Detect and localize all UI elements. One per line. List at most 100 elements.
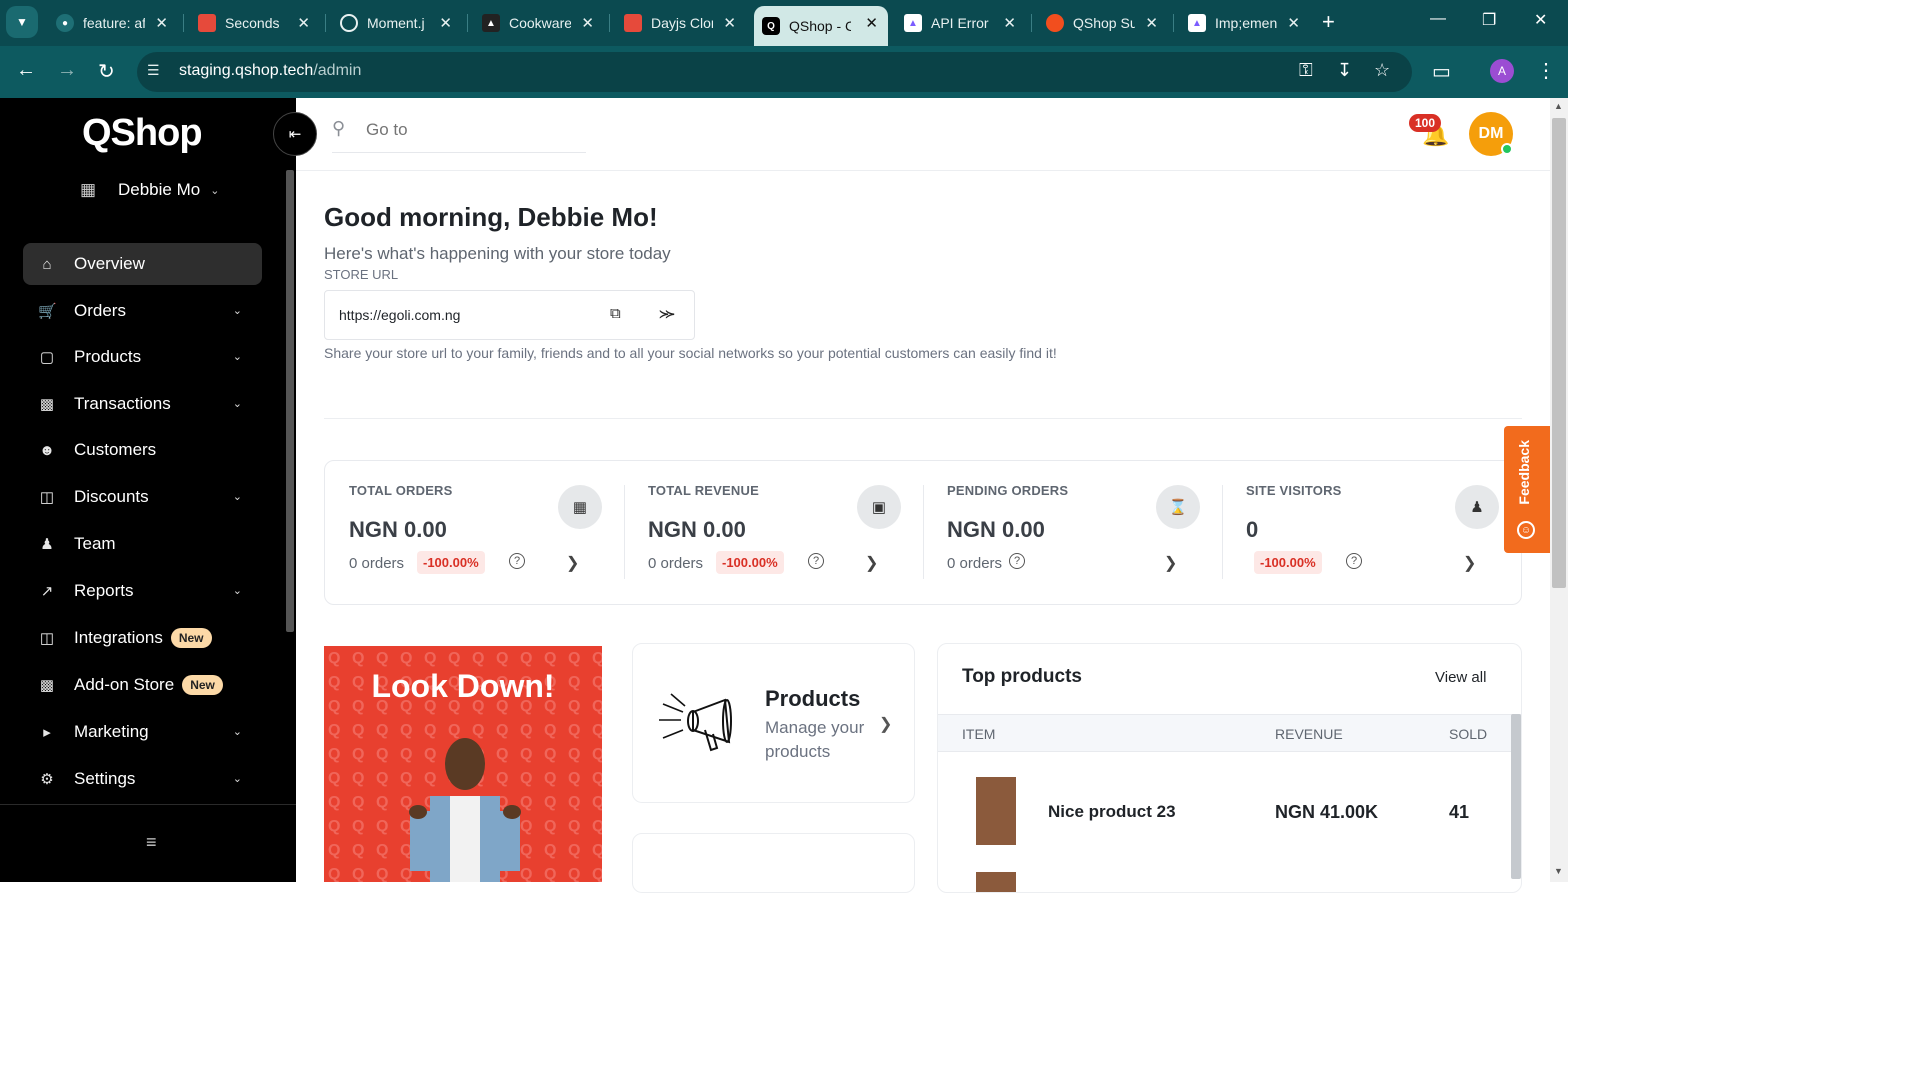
scroll-down-icon[interactable]: ▼ [1554, 866, 1563, 876]
tab-2[interactable]: Moment.j ✕ [332, 6, 462, 40]
store-url-box: https://egoli.com.ng ⧉ ⪼ [324, 290, 695, 340]
stat-total-orders[interactable]: TOTAL ORDERS NGN 0.00 0 orders -100.00% … [325, 461, 624, 606]
chevron-down-icon: ⌄ [232, 726, 242, 738]
collapse-sidebar-button[interactable]: ⇤ [273, 112, 317, 156]
url-text[interactable]: staging.qshop.tech/admin [179, 62, 361, 80]
product-name: Nice product 23 [1048, 802, 1176, 821]
view-all-link[interactable]: View all [1435, 669, 1486, 686]
reload-icon[interactable]: ↻ [98, 59, 115, 84]
visitors-icon: ♟ [1455, 485, 1499, 529]
minimize-icon[interactable]: — [1430, 10, 1446, 28]
copy-icon[interactable]: ⧉ [610, 305, 621, 322]
tab-8[interactable]: ▲ Imp;emen ✕ [1180, 6, 1310, 40]
stat-label: TOTAL REVENUE [648, 483, 759, 498]
scroll-up-icon[interactable]: ▲ [1554, 101, 1563, 111]
sidebar-item-transactions[interactable]: ▩ Transactions ⌄ [23, 383, 262, 425]
close-icon[interactable]: ✕ [297, 14, 310, 32]
sidebar-item-customers[interactable]: ☻ Customers [23, 429, 262, 471]
new-tab-button[interactable]: + [1322, 9, 1335, 35]
qshop-icon: Q [762, 17, 780, 35]
table-scrollbar[interactable] [1511, 714, 1521, 879]
close-icon[interactable]: ✕ [1287, 14, 1300, 32]
tab-0[interactable]: ● feature: af ✕ [48, 6, 178, 40]
site-info-icon[interactable]: ☰ [147, 62, 165, 80]
scrollbar-thumb[interactable] [1552, 118, 1566, 588]
chevron-right-icon[interactable]: ❯ [1463, 553, 1476, 573]
share-icon[interactable]: ⪼ [659, 303, 675, 323]
back-icon[interactable]: ← [16, 59, 36, 82]
chevron-down-icon: ⌄ [232, 398, 242, 410]
help-icon[interactable]: ? [509, 553, 525, 569]
product-thumbnail [976, 777, 1016, 845]
address-bar[interactable]: ☰ staging.qshop.tech/admin ⚿ ↧ ☆ [137, 52, 1412, 92]
tab-6[interactable]: ▲ API Error ✕ [896, 6, 1026, 40]
sidebar-item-orders[interactable]: 🛒 Orders ⌄ [23, 290, 262, 332]
sidebar-item-integrations[interactable]: ◫ Integrations New [23, 617, 262, 659]
tab-7[interactable]: QShop Su ✕ [1038, 6, 1168, 40]
tab-search-button[interactable]: ▼ [6, 6, 38, 38]
layers-icon[interactable]: ≡ [146, 832, 157, 853]
page-scrollbar[interactable]: ▲ ▼ [1550, 98, 1568, 882]
feedback-tab[interactable]: Feedback ☺ [1504, 426, 1550, 553]
install-app-icon[interactable]: ↧ [1337, 60, 1352, 81]
close-icon[interactable]: ✕ [1003, 14, 1016, 32]
stats-panel: TOTAL ORDERS NGN 0.00 0 orders -100.00% … [324, 460, 1522, 605]
page-title: Good morning, Debbie Mo! [324, 202, 658, 232]
help-icon[interactable]: ? [1346, 553, 1362, 569]
tab-1[interactable]: Seconds ✕ [190, 6, 320, 40]
column-header-sold: SOLD [1449, 726, 1488, 742]
close-icon[interactable]: ✕ [155, 14, 168, 32]
search-underline [332, 152, 586, 153]
promo-banner[interactable]: Q Look Down! [324, 646, 602, 882]
dayjs-icon [198, 14, 216, 32]
sidebar-item-overview[interactable]: ⌂ Overview [23, 243, 262, 285]
tab-5-active[interactable]: Q QShop - C ✕ [754, 6, 888, 46]
bag-icon: ▢ [39, 349, 55, 366]
restore-icon[interactable]: ❐ [1482, 10, 1496, 30]
sidebar-item-marketing[interactable]: ▸ Marketing ⌄ [23, 711, 262, 753]
stat-total-revenue[interactable]: TOTAL REVENUE NGN 0.00 0 orders -100.00%… [624, 461, 923, 606]
sidebar-item-team[interactable]: ♟ Team [23, 523, 262, 565]
help-icon[interactable]: ? [808, 553, 824, 569]
sidebar-item-label: Overview [74, 254, 145, 273]
table-row[interactable]: Nice product 23 NGN 41.00K 41 [938, 764, 1521, 892]
sidebar-item-products[interactable]: ▢ Products ⌄ [23, 336, 262, 378]
stat-pending-orders[interactable]: PENDING ORDERS NGN 0.00 0 orders ? ❯ ⌛ [923, 461, 1222, 606]
chevron-right-icon[interactable]: ❯ [865, 553, 878, 573]
sidebar-item-reports[interactable]: ↗ Reports ⌄ [23, 570, 262, 612]
help-icon[interactable]: ? [1009, 553, 1025, 569]
store-selector[interactable]: ▦ Debbie Mo ⌄ [80, 180, 219, 200]
chevron-down-icon: ⌄ [232, 305, 242, 317]
close-icon[interactable]: ✕ [581, 14, 594, 32]
tab-3[interactable]: ▲ Cookware ✕ [474, 6, 604, 40]
store-url-value[interactable]: https://egoli.com.ng [339, 307, 460, 323]
secondary-card[interactable] [632, 833, 915, 893]
close-icon[interactable]: ✕ [723, 14, 736, 32]
browser-menu-icon[interactable]: ⋮ [1536, 58, 1556, 83]
profile-avatar[interactable]: A [1490, 59, 1514, 83]
stat-site-visitors[interactable]: SITE VISITORS 0 -100.00% ? ❯ ♟ [1222, 461, 1521, 606]
chevron-right-icon[interactable]: ❯ [879, 714, 892, 734]
bookmark-star-icon[interactable]: ☆ [1374, 60, 1390, 81]
window-close-icon[interactable]: ✕ [1534, 10, 1547, 30]
close-icon[interactable]: ✕ [439, 14, 452, 32]
chevron-right-icon[interactable]: ❯ [566, 553, 579, 573]
sidebar-item-settings[interactable]: ⚙ Settings ⌄ [23, 758, 262, 800]
sidebar-item-addon-store[interactable]: ▩ Add-on Store New [23, 664, 262, 706]
chevron-right-icon[interactable]: ❯ [1164, 553, 1177, 573]
sidebar-scrollbar[interactable] [286, 170, 294, 632]
stat-change-badge: -100.00% [417, 551, 485, 574]
extensions-icon[interactable]: ▭ [1432, 59, 1451, 84]
close-icon[interactable]: ✕ [1145, 14, 1158, 32]
sidebar-item-discounts[interactable]: ◫ Discounts ⌄ [23, 476, 262, 518]
tab-4[interactable]: Dayjs Clon ✕ [616, 6, 746, 40]
sidebar-item-label: Team [74, 534, 116, 553]
close-icon[interactable]: ✕ [865, 14, 878, 32]
page-subtitle: Here's what's happening with your store … [324, 244, 671, 263]
sidebar-item-label: Discounts [74, 487, 149, 506]
forward-icon[interactable]: → [57, 59, 77, 82]
products-card[interactable]: Products Manage your products ❯ [632, 643, 915, 803]
password-key-icon[interactable]: ⚿ [1299, 60, 1313, 81]
search-input[interactable] [366, 120, 586, 140]
sidebar-item-label: Customers [74, 440, 157, 459]
